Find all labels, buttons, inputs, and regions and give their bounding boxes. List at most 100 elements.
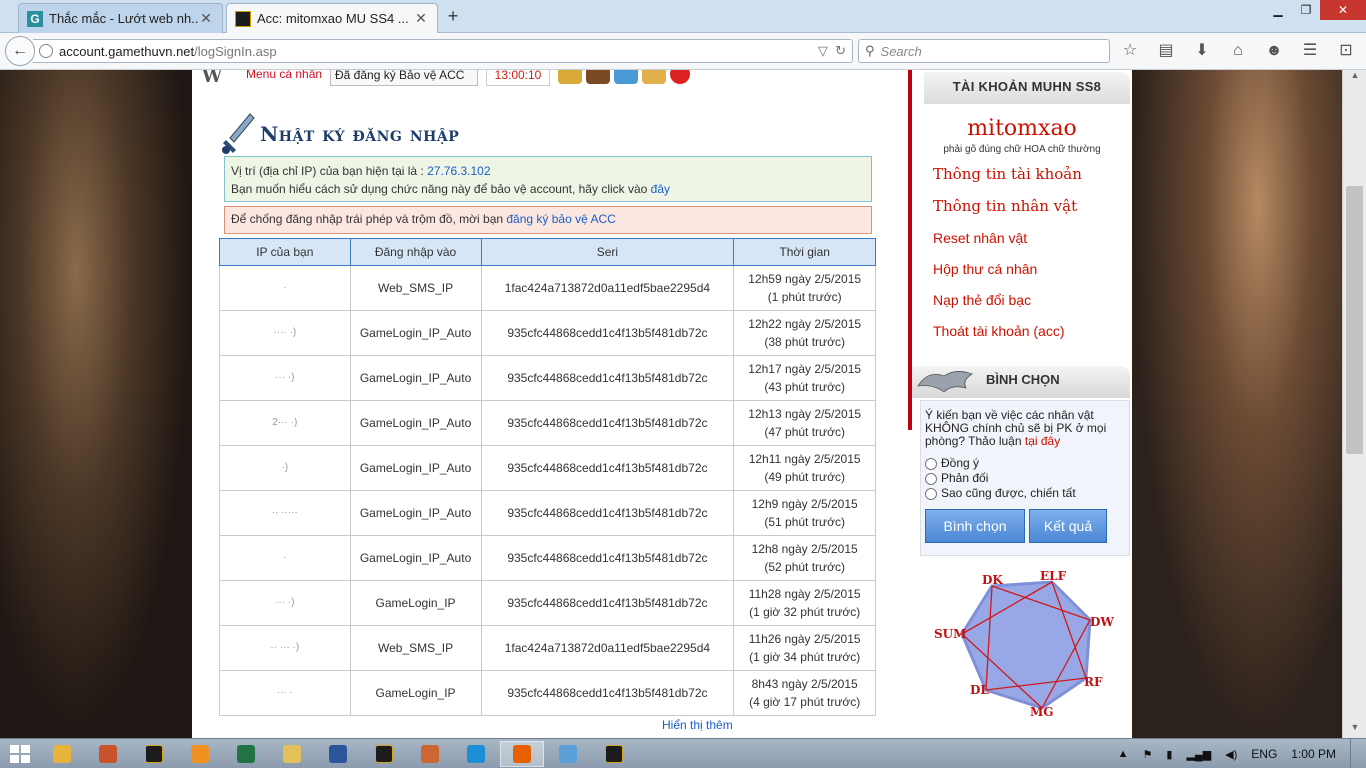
new-tab-icon[interactable]: + — [443, 6, 463, 27]
sidebar-item-account-info[interactable]: Thông tin tài khoản — [933, 162, 1129, 194]
url-bar[interactable]: account.gamethuvn.net/logSignIn.asp ▽ ↻ — [33, 39, 853, 63]
cell-login-target: Web_SMS_IP — [349, 625, 482, 671]
personal-menu-link[interactable]: Menu cá nhân — [246, 70, 322, 81]
taskbar-app-powerpoint-viewer[interactable] — [86, 741, 130, 767]
site-logo[interactable]: W — [202, 70, 222, 87]
ip-info-text: Vị trí (địa chỉ IP) của bạn hiện tại là … — [231, 164, 428, 178]
login-time-ago: (1 giờ 32 phút trước) — [749, 605, 861, 619]
cell-ip: ···· ·) — [219, 310, 351, 356]
nav-bar: account.gamethuvn.net/logSignIn.asp ▽ ↻ … — [0, 33, 1366, 70]
vote-option-agree[interactable]: Đồng ý — [925, 456, 1125, 471]
radio-button[interactable] — [925, 472, 937, 485]
login-time: 12h9 ngày 2/5/2015 — [751, 497, 858, 511]
taskbar-app-mu-game[interactable] — [592, 741, 636, 767]
sidebar-item-character-info[interactable]: Thông tin nhân vật — [933, 194, 1129, 226]
coins-icon[interactable] — [558, 70, 582, 84]
taskbar-app-firefox[interactable] — [500, 741, 544, 767]
taskbar-app-mu-game[interactable] — [132, 741, 176, 767]
show-desktop-button[interactable] — [1350, 739, 1354, 768]
minimize-icon[interactable]: ▁ — [1264, 0, 1292, 20]
menu-icon[interactable]: ☰ — [1298, 41, 1322, 61]
cell-seri: 935cfc44868cedd1c4f13b5f481db72c — [480, 535, 735, 581]
reload-icon[interactable]: ▽ ↻ — [818, 43, 846, 59]
restore-icon[interactable]: ❐ — [1292, 0, 1320, 20]
chevron-up-icon[interactable]: ▲ — [1118, 748, 1129, 760]
cell-ip: · — [219, 535, 351, 581]
sidebar-icon[interactable]: ⊡ — [1334, 41, 1358, 61]
help-text: Bạn muốn hiểu cách sử dụng chức năng này… — [231, 182, 651, 196]
taskbar-app-word[interactable] — [316, 741, 360, 767]
taskbar-app-tool[interactable] — [408, 741, 452, 767]
taskbar-app-internet-explorer[interactable] — [454, 741, 498, 767]
back-button[interactable]: ← — [5, 36, 35, 66]
login-time-ago: (51 phút trước) — [764, 515, 845, 529]
cell-ip: ··· · — [219, 670, 351, 716]
scroll-up-icon[interactable]: ▲ — [1343, 70, 1366, 86]
windows-start-icon[interactable] — [10, 745, 30, 763]
chat-icon[interactable]: ☻ — [1262, 41, 1286, 61]
sidebar-item-topup[interactable]: Nạp thẻ đổi bạc — [933, 288, 1129, 319]
globe-icon — [39, 44, 53, 58]
home-icon[interactable]: ⌂ — [1226, 41, 1250, 61]
taskbar-app-mu-game[interactable] — [362, 741, 406, 767]
tab-account[interactable]: Acc: mitomxao MU SS4 ... ✕ — [226, 3, 438, 33]
discussion-link[interactable]: tại đây — [1025, 434, 1060, 448]
bookmark-star-icon[interactable]: ☆ — [1118, 41, 1142, 61]
table-body: · Web_SMS_IP 1fac424a713872d0a11edf5bae229… — [219, 265, 876, 716]
class-label: RF — [1084, 675, 1103, 689]
tab-thac-mac[interactable]: G Thắc mắc - Lướt web nh... ✕ — [18, 3, 223, 33]
vote-option-any[interactable]: Sao cũng được, chiến tất — [925, 486, 1125, 501]
sidebar-item-inbox[interactable]: Hộp thư cá nhân — [933, 257, 1129, 288]
target-icon[interactable] — [670, 70, 690, 84]
arrow-left-icon: ← — [12, 42, 28, 59]
vote-option-disagree[interactable]: Phản đối — [925, 471, 1125, 486]
clock[interactable]: 1:00 PM — [1291, 747, 1336, 761]
taskbar-app-excel[interactable] — [224, 741, 268, 767]
reading-list-icon[interactable]: ▤ — [1154, 41, 1178, 61]
current-ip: 27.76.3.102 — [427, 164, 491, 178]
register-protect-link[interactable]: đăng ký bảo vệ ACC — [506, 212, 615, 226]
class-label: ELF — [1040, 569, 1067, 583]
radio-button[interactable] — [925, 487, 937, 500]
download-icon[interactable]: ⬇ — [1190, 41, 1214, 61]
table-row: ··· ·) GameLogin_IP 935cfc44868cedd1c4f13b… — [219, 580, 876, 626]
scroll-down-icon[interactable]: ▼ — [1343, 722, 1366, 738]
cell-time: 11h28 ngày 2/5/2015 (1 giờ 32 phút trước) — [733, 580, 876, 626]
chest-icon[interactable] — [586, 70, 610, 84]
show-more-link[interactable]: Hiển thị thêm — [662, 718, 733, 732]
close-window-icon[interactable]: ✕ — [1320, 0, 1366, 20]
search-input[interactable]: ⚲ Search — [858, 39, 1110, 63]
tool-icon — [421, 745, 439, 763]
protect-acc-select[interactable]: Đã đăng ký Bảo vệ ACC — [330, 70, 478, 86]
radio-button[interactable] — [925, 457, 937, 470]
show-more: Hiển thị thêm — [662, 718, 733, 732]
language-indicator[interactable]: ENG — [1251, 747, 1277, 761]
taskbar-app-chrome[interactable] — [40, 741, 84, 767]
mu-game-icon — [235, 10, 251, 27]
file-explorer-icon — [283, 745, 301, 763]
signal-icon[interactable]: ▂▄▆ — [1186, 748, 1211, 761]
cell-login-target: GameLogin_IP_Auto — [349, 535, 482, 581]
volume-icon[interactable]: ◀) — [1225, 748, 1237, 761]
help-link[interactable]: đây — [651, 182, 670, 196]
character-icon[interactable] — [642, 70, 666, 84]
vote-box: Ý kiến bạn về việc các nhân vật KHÔNG ch… — [920, 400, 1130, 556]
scroll-thumb[interactable] — [1346, 186, 1363, 454]
result-button[interactable]: Kết quả — [1029, 509, 1107, 543]
taskbar-app-file-explorer[interactable] — [270, 741, 314, 767]
taskbar-app-paint[interactable] — [546, 741, 590, 767]
server-clock: 13:00:10 — [486, 70, 550, 86]
cart-icon[interactable] — [614, 70, 638, 84]
page-scrollbar[interactable]: ▲ ▼ — [1342, 70, 1366, 738]
sidebar-item-reset[interactable]: Reset nhân vật — [933, 226, 1129, 257]
url-path: /logSignIn.asp — [194, 43, 277, 59]
taskbar-app-media-player[interactable] — [178, 741, 222, 767]
cell-ip: · — [219, 265, 351, 311]
flag-icon[interactable]: ⚑ — [1143, 748, 1153, 761]
close-tab-icon[interactable]: ✕ — [198, 10, 214, 27]
battery-icon[interactable]: ▮ — [1166, 748, 1172, 761]
word-icon — [329, 745, 347, 763]
vote-button[interactable]: Bình chọn — [925, 509, 1025, 543]
close-tab-icon[interactable]: ✕ — [413, 10, 429, 27]
sidebar-item-logout[interactable]: Thoát tài khoản (acc) — [933, 319, 1129, 350]
